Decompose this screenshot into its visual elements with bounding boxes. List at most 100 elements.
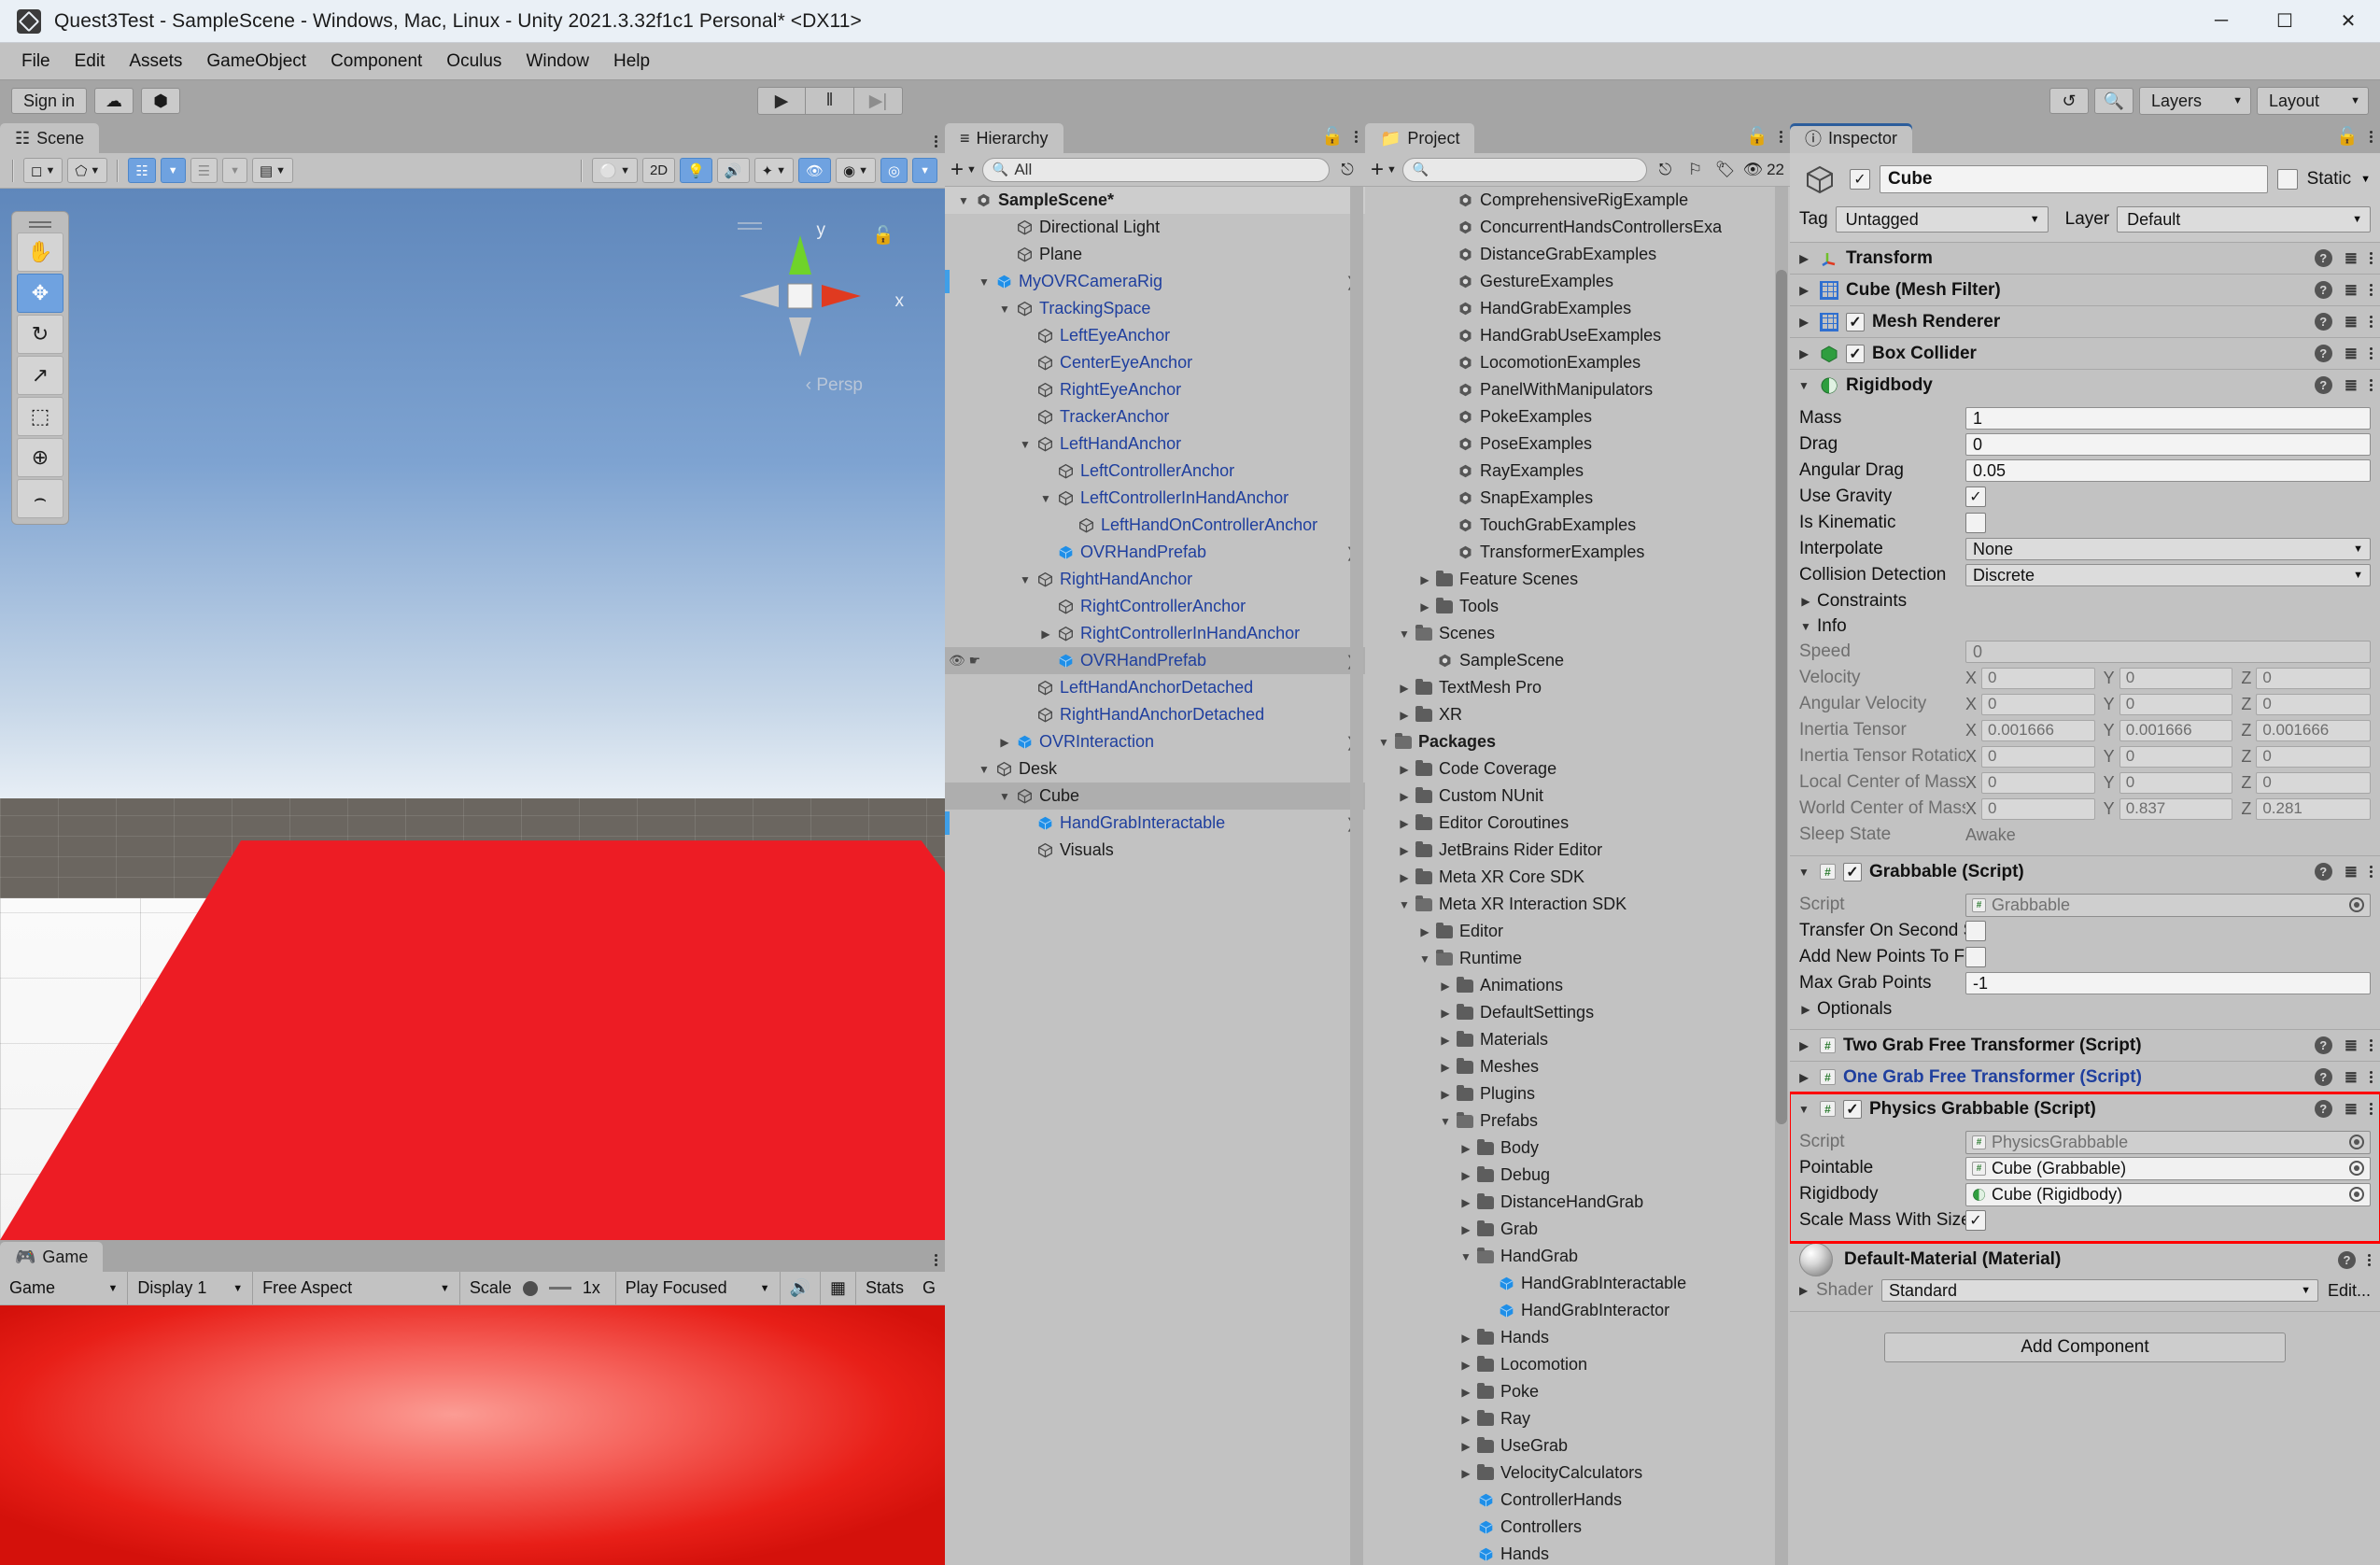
object-picker-icon[interactable] [2349,1161,2364,1176]
project-row[interactable]: ▼ Meta XR Interaction SDK [1365,891,1790,918]
project-row[interactable]: ▶ Debug [1365,1162,1790,1189]
gameobject-icon[interactable] [1799,161,1840,198]
tree-expand-arrow[interactable]: ▶ [1436,194,1455,207]
search-icon[interactable]: 🔍 [2094,88,2134,114]
tree-expand-arrow[interactable]: ▶ [1415,655,1434,668]
pause-button[interactable]: ‖ [806,87,855,115]
tree-expand-arrow[interactable]: ▶ [1016,357,1035,370]
expand-arrow-icon[interactable]: ▶ [1796,1039,1812,1052]
game-panel-menu-icon[interactable] [935,1254,937,1266]
project-row[interactable]: ▶ HandGrabUseExamples [1365,322,1790,349]
tree-expand-arrow[interactable]: ▶ [1436,980,1455,993]
project-row[interactable]: ▶ ControllerHands [1365,1487,1790,1514]
hierarchy-row[interactable]: ▶ TrackerAnchor [945,403,1365,430]
tree-expand-arrow[interactable]: ▶ [1415,573,1434,586]
tree-expand-arrow[interactable]: ▶ [1436,248,1455,261]
static-dropdown-icon[interactable]: ▼ [2360,174,2371,185]
grid-snap-dropdown[interactable]: ▼ [160,158,186,183]
project-row[interactable]: ▶ JetBrains Rider Editor [1365,837,1790,864]
help-icon[interactable]: ? [2314,281,2332,299]
project-row[interactable]: ▶ TextMesh Pro [1365,674,1790,701]
toggle-2d-button[interactable]: 2D [641,158,676,183]
tree-expand-arrow[interactable]: ▶ [1457,1196,1475,1209]
scene-panel-menu-icon[interactable] [935,135,937,148]
tree-expand-arrow[interactable]: ▼ [1395,627,1414,641]
project-row[interactable]: ▶ Feature Scenes [1365,566,1790,593]
component-menu-icon[interactable] [2368,1253,2371,1266]
project-row[interactable]: ▶ SnapExamples [1365,485,1790,512]
tree-expand-arrow[interactable]: ▶ [1036,465,1055,478]
tree-expand-arrow[interactable]: ▼ [1436,1115,1455,1128]
transform-tool[interactable]: ⊕ [17,438,63,477]
component-menu-icon[interactable] [2370,316,2373,328]
project-tree[interactable]: ▶ ComprehensiveRigExample ▶ ConcurrentHands… [1365,187,1790,1565]
angular-drag-input[interactable]: 0.05 [1965,459,2371,482]
step-button[interactable]: ▶| [854,87,904,115]
play-button[interactable]: ▶ [757,87,807,115]
tree-expand-arrow[interactable]: ▶ [1395,682,1414,695]
gizmos-icon[interactable]: ◎ [880,158,908,183]
lock-icon[interactable]: 🔓 [1321,125,1344,148]
tab-hierarchy[interactable]: ≡ Hierarchy [945,123,1063,153]
project-search-input[interactable]: 🔍 [1401,157,1648,182]
project-row[interactable]: ▼ Scenes [1365,620,1790,647]
hierarchy-row[interactable]: ▶ RightControllerAnchor [945,593,1365,620]
rotate-tool[interactable]: ↻ [17,315,63,354]
hierarchy-row[interactable]: ▶ RightHandAnchorDetached [945,701,1365,728]
project-row[interactable]: ▶ UseGrab [1365,1432,1790,1459]
tree-expand-arrow[interactable]: ▼ [1016,438,1035,451]
move-tool[interactable]: ✥ [17,274,63,313]
project-row[interactable]: ▶ HandGrabExamples [1365,295,1790,322]
help-icon[interactable]: ? [2314,376,2332,394]
project-row[interactable]: ▶ VelocityCalculators [1365,1459,1790,1487]
project-row[interactable]: ▶ PoseExamples [1365,430,1790,458]
help-icon[interactable]: ? [2314,1068,2332,1086]
layer-dropdown[interactable]: Default ▼ [2117,206,2371,233]
menu-help[interactable]: Help [601,49,662,75]
display-dropdown[interactable]: Display 1 ▼ [128,1272,254,1304]
project-row[interactable]: ▶ DistanceGrabExamples [1365,241,1790,268]
sign-in-button[interactable]: Sign in [11,88,88,114]
tree-expand-arrow[interactable]: ▶ [1457,1223,1475,1236]
tools-drag-handle[interactable] [17,218,63,231]
tree-expand-arrow[interactable]: ▶ [1436,492,1455,505]
component-menu-icon[interactable] [2370,1103,2373,1115]
hierarchy-row[interactable]: ▼ LeftHandAnchor [945,430,1365,458]
game-viewport[interactable] [0,1305,945,1565]
tree-expand-arrow[interactable]: ▶ [1457,1332,1475,1345]
tree-expand-arrow[interactable]: ▶ [1016,709,1035,722]
hierarchy-row[interactable]: ▶ CenterEyeAnchor [945,349,1365,376]
project-row[interactable]: ▶ LocomotionExamples [1365,349,1790,376]
tree-expand-arrow[interactable]: ▶ [1457,1440,1475,1453]
project-row[interactable]: ▶ Hands [1365,1324,1790,1351]
tree-expand-arrow[interactable]: ▶ [995,221,1014,234]
tree-expand-arrow[interactable]: ▶ [1436,438,1455,451]
tree-expand-arrow[interactable]: ▼ [954,194,973,207]
preset-icon[interactable]: ≣ [2345,313,2358,331]
tree-expand-arrow[interactable]: ▶ [1016,844,1035,857]
hierarchy-panel-menu-icon[interactable] [1355,130,1358,143]
project-row[interactable]: ▶ DistanceHandGrab [1365,1189,1790,1216]
tree-expand-arrow[interactable]: ▶ [1436,1061,1455,1074]
menu-window[interactable]: Window [514,49,601,75]
shader-edit-button[interactable]: Edit... [2328,1281,2371,1301]
tree-expand-arrow[interactable]: ▼ [1395,898,1414,911]
collapse-arrow-icon[interactable]: ▼ [1796,379,1812,392]
hierarchy-row[interactable]: 👁 ☛▶OVRHandPrefab❯ [945,647,1365,674]
shader-dropdown[interactable]: Standard ▼ [1881,1279,2318,1302]
tree-expand-arrow[interactable]: ▶ [1436,303,1455,316]
project-row[interactable]: ▶ Meta XR Core SDK [1365,864,1790,891]
tree-expand-arrow[interactable]: ▶ [1457,1386,1475,1399]
expand-arrow-icon[interactable]: ▶ [1796,252,1812,265]
tree-expand-arrow[interactable]: ▶ [1436,330,1455,343]
hierarchy-row[interactable]: ▼ RightHandAnchor [945,566,1365,593]
preset-icon[interactable]: ≣ [2345,1036,2358,1055]
project-add-button[interactable]: + ▼ [1371,157,1397,182]
scale-slider-thumb[interactable] [522,1280,538,1296]
scale-slider[interactable]: Scale 1x [460,1272,616,1304]
tree-expand-arrow[interactable]: ▶ [1016,682,1035,695]
object-picker-icon[interactable] [2349,1135,2364,1149]
scene-viewport[interactable]: ✋ ✥ ↻ ↗ ⬚ ⊕ ⌢ y x ‹ Persp 🔓 [0,189,945,1240]
optionals-foldout[interactable]: ▶ Optionals [1799,996,2371,1022]
tree-expand-arrow[interactable]: ▼ [975,275,993,289]
